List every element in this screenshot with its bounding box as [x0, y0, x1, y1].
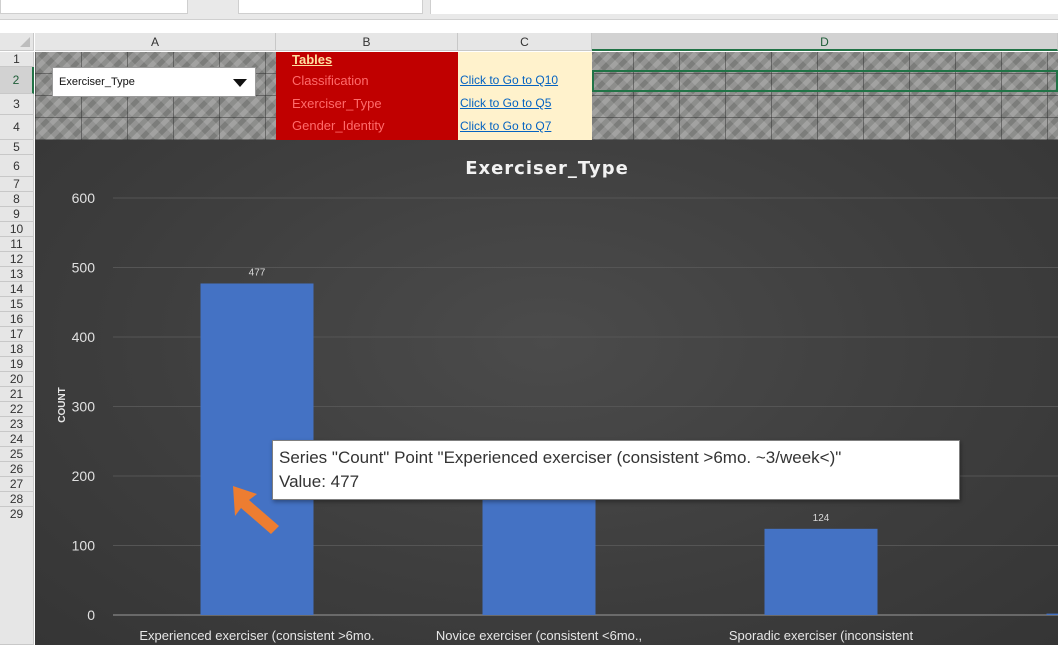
row-header[interactable]: 2: [0, 67, 34, 94]
bar[interactable]: [764, 528, 878, 615]
row-header[interactable]: 6: [0, 155, 34, 177]
y-tick-label: 100: [72, 538, 96, 554]
x-tick-label: Novice exerciser (consistent <6mo.,: [436, 628, 642, 643]
row-header[interactable]: 11: [0, 237, 34, 252]
row-header[interactable]: 25: [0, 447, 34, 462]
row-header[interactable]: 24: [0, 432, 34, 447]
row-header[interactable]: 10: [0, 222, 34, 237]
row-header[interactable]: 12: [0, 252, 34, 267]
table-item-classification: Classification: [292, 73, 369, 88]
formula-input[interactable]: [430, 0, 1058, 14]
formula-bar-strip: [0, 0, 1058, 20]
table-item-exerciser-type: Exerciser_Type: [292, 96, 382, 111]
row-header[interactable]: 21: [0, 387, 34, 402]
bar[interactable]: [1046, 613, 1058, 615]
row-header[interactable]: 5: [0, 140, 34, 155]
data-label: 477: [249, 267, 266, 278]
tooltip-value: Value: 477: [279, 472, 360, 491]
row-header[interactable]: 29: [0, 507, 34, 645]
excel-window: { "columns": ["A", "B", "C", "D"], "rows…: [0, 0, 1058, 645]
row-header[interactable]: 28: [0, 492, 34, 507]
row-header[interactable]: 20: [0, 372, 34, 387]
link-go-to-q7[interactable]: Click to Go to Q7: [460, 119, 551, 133]
row-header[interactable]: 26: [0, 462, 34, 477]
row-header[interactable]: 9: [0, 207, 34, 222]
formula-controls[interactable]: [238, 0, 423, 14]
chart-title: Exerciser_Type: [465, 158, 629, 179]
row-header[interactable]: 7: [0, 177, 34, 192]
y-tick-label: 400: [72, 329, 96, 345]
data-label: 124: [813, 513, 830, 524]
name-box[interactable]: [0, 0, 188, 14]
x-tick-label: Experienced exerciser (consistent >6mo.: [139, 628, 374, 643]
tables-title: Tables: [292, 52, 333, 67]
row-header[interactable]: 1: [0, 52, 34, 67]
row-header[interactable]: 8: [0, 192, 34, 207]
table-select-dropdown[interactable]: Exerciser_Type: [52, 67, 256, 97]
question-links-box: Click to Go to Q10 Click to Go to Q5 Cli…: [458, 52, 592, 140]
select-all-corner[interactable]: [0, 33, 34, 51]
link-go-to-q5[interactable]: Click to Go to Q5: [460, 96, 551, 110]
column-header-d[interactable]: D: [592, 33, 1058, 51]
y-axis-label: COUNT: [57, 387, 68, 423]
row-header[interactable]: 16: [0, 312, 34, 327]
bar[interactable]: [482, 493, 596, 615]
chart-tooltip: Series "Count" Point "Experienced exerci…: [272, 440, 960, 500]
table-item-gender-identity: Gender_Identity: [292, 118, 385, 133]
row-header[interactable]: 27: [0, 477, 34, 492]
y-tick-label: 200: [72, 468, 96, 484]
link-go-to-q10[interactable]: Click to Go to Q10: [460, 73, 558, 87]
y-tick-label: 0: [87, 607, 95, 623]
dropdown-value: Exerciser_Type: [59, 76, 135, 88]
row-header[interactable]: 13: [0, 267, 34, 282]
y-tick-label: 500: [72, 260, 96, 276]
row-header[interactable]: 17: [0, 327, 34, 342]
row-header[interactable]: 4: [0, 115, 34, 140]
row-header[interactable]: 19: [0, 357, 34, 372]
chart-svg: 0 100 200 300 400 500 600 477 Experienced exerci…: [57, 158, 1058, 643]
y-tick-label: 600: [72, 190, 96, 206]
row-header[interactable]: 15: [0, 297, 34, 312]
column-header-b[interactable]: B: [276, 33, 458, 51]
chevron-down-icon[interactable]: [233, 79, 247, 87]
column-header-c[interactable]: C: [458, 33, 592, 51]
column-header-a[interactable]: A: [35, 33, 276, 51]
row-header[interactable]: 14: [0, 282, 34, 297]
row-header[interactable]: 18: [0, 342, 34, 357]
tables-list-box: Tables Classification Exerciser_Type Gen…: [276, 52, 458, 140]
bar-chart[interactable]: 0 100 200 300 400 500 600 477 Experienced exerci…: [35, 140, 1058, 645]
row-header[interactable]: 3: [0, 94, 34, 115]
x-tick-label: Sporadic exerciser (inconsistent: [729, 628, 914, 643]
tooltip-series-point: Series "Count" Point "Experienced exerci…: [279, 448, 842, 467]
row-header[interactable]: 22: [0, 402, 34, 417]
row-header[interactable]: 23: [0, 417, 34, 432]
selected-cell-d2[interactable]: [592, 70, 1058, 92]
y-tick-label: 300: [72, 399, 96, 415]
